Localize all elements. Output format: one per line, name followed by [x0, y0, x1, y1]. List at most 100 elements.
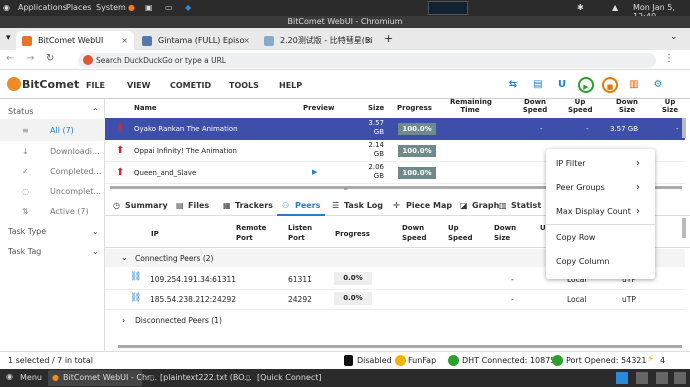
link-icon[interactable]: ⇆	[505, 77, 521, 93]
menu-file[interactable]: FILE	[86, 81, 105, 90]
menu-max-display-count[interactable]: Max Display Count	[556, 207, 631, 216]
menu-cometid[interactable]: COMETID	[170, 81, 211, 90]
tray-icon[interactable]	[636, 372, 648, 384]
col-down-size[interactable]: Down Size	[614, 98, 640, 114]
group-disconnected[interactable]: Disconnected Peers (1)	[135, 316, 222, 325]
tab-gintama[interactable]: Gintama (FULL) Episo ×	[136, 31, 256, 50]
reload-icon[interactable]: ↻	[46, 53, 54, 64]
firefox-icon[interactable]: ●	[128, 3, 135, 12]
col-preview[interactable]: Preview	[303, 104, 335, 112]
splitter-handle-icon[interactable]: ═	[344, 186, 348, 193]
files-icon[interactable]: ▭	[165, 3, 173, 12]
files-icon: ▤	[176, 201, 184, 210]
app-logo: BitComet	[22, 78, 80, 91]
warning-count[interactable]: 4	[660, 356, 665, 365]
chevron-right-icon[interactable]: ›	[122, 316, 125, 325]
sidebar-status-header[interactable]: Status	[8, 107, 34, 116]
url-input[interactable]: Search DuckDuckGo or type a URL	[78, 53, 656, 68]
peer-h-scrollbar[interactable]	[118, 345, 682, 348]
bluetooth-icon[interactable]: ✱	[577, 3, 584, 12]
chevron-down-icon[interactable]: ⌄	[121, 253, 128, 262]
tab-peers[interactable]: Peers	[295, 201, 320, 210]
col-up-size[interactable]: Up Size	[660, 98, 680, 114]
menu-peer-groups[interactable]: Peer Groups	[556, 183, 605, 192]
chevron-down-icon[interactable]: ⌄	[92, 247, 99, 256]
menu-copy-row[interactable]: Copy Row	[556, 233, 595, 242]
col-listen-port[interactable]: Listen Port	[288, 223, 318, 243]
applications-menu[interactable]: Applications	[18, 3, 67, 12]
tab-statistics[interactable]: Statist	[511, 201, 541, 210]
chevron-down-icon[interactable]: ⌄	[670, 32, 678, 42]
vscode-icon[interactable]: ◆	[185, 3, 191, 12]
stop-icon[interactable]: ■	[602, 77, 618, 93]
chevron-up-icon[interactable]: ⌃	[92, 107, 99, 116]
menu-copy-column[interactable]: Copy Column	[556, 257, 609, 266]
col-ip[interactable]: IP	[151, 229, 159, 239]
grid-scrollbar[interactable]	[682, 118, 686, 138]
sidebar-item-downloading[interactable]: Downloadi...	[50, 147, 100, 156]
gear-icon[interactable]: ⚙	[650, 77, 666, 93]
funfap-status[interactable]: FunFap	[408, 356, 436, 365]
tray-icon[interactable]	[616, 372, 628, 384]
tray-icon[interactable]	[656, 372, 668, 384]
start-menu[interactable]: Menu	[20, 373, 42, 382]
tab-menu-icon[interactable]: ▾	[6, 33, 11, 43]
close-icon[interactable]: ×	[121, 31, 128, 50]
add-file-icon[interactable]: ▤	[530, 77, 546, 93]
close-icon[interactable]: ×	[243, 31, 250, 50]
disabled-status[interactable]: Disabled	[357, 356, 392, 365]
kebab-menu-icon[interactable]: ⋮	[664, 53, 674, 64]
col-name[interactable]: Name	[134, 104, 157, 112]
dht-status[interactable]: DHT Connected: 10875	[462, 356, 555, 365]
peer-scrollbar[interactable]	[682, 218, 686, 238]
tab-bitcomet-beta[interactable]: 2.20测试版 - 比特彗星(Bi ×	[258, 31, 378, 50]
magnet-icon[interactable]: U	[554, 77, 570, 93]
tab-graph[interactable]: Graph	[472, 201, 499, 210]
delete-icon[interactable]: ▥	[626, 77, 642, 93]
col-down-speed[interactable]: Down Speed	[402, 223, 427, 243]
close-icon[interactable]: ×	[365, 31, 372, 50]
tab-summary[interactable]: Summary	[125, 201, 168, 210]
places-menu[interactable]: Places	[66, 3, 91, 12]
network-peer-icon: ⛓	[130, 293, 142, 303]
sidebar-item-active[interactable]: Active (7)	[50, 207, 89, 216]
forward-icon[interactable]: →	[26, 53, 34, 64]
col-progress[interactable]: Progress	[335, 229, 370, 239]
apps-icon[interactable]: ◉	[3, 3, 10, 12]
col-up-speed[interactable]: Up Speed	[448, 223, 473, 243]
system-menu[interactable]: System	[96, 3, 126, 12]
chevron-down-icon[interactable]: ⌄	[92, 227, 99, 236]
taskbar-item[interactable]: [plaintext222.txt (BO...	[160, 373, 252, 382]
sidebar-task-type[interactable]: Task Type	[8, 227, 46, 236]
terminal-icon[interactable]: ▣	[145, 3, 153, 12]
start-icon[interactable]: ▶	[578, 77, 594, 93]
play-preview-icon[interactable]: ▶	[312, 168, 317, 176]
port-status[interactable]: Port Opened: 54321	[566, 356, 646, 365]
col-progress[interactable]: Progress	[397, 104, 432, 112]
tab-task-log[interactable]: Task Log	[344, 201, 383, 210]
tab-bitcomet[interactable]: BitComet WebUI ×	[16, 31, 134, 50]
col-down-size[interactable]: Down Size	[494, 223, 516, 243]
menu-ip-filter[interactable]: IP Filter	[556, 159, 586, 168]
tab-trackers[interactable]: Trackers	[235, 201, 273, 210]
menu-view[interactable]: VIEW	[127, 81, 150, 90]
col-up-speed[interactable]: Up Speed	[568, 98, 593, 114]
taskbar-item[interactable]: [Quick Connect]	[257, 373, 321, 382]
sidebar-item-uncompleted[interactable]: Uncomplet...	[50, 187, 101, 196]
bitcomet-icon: ●	[52, 373, 59, 382]
col-down-speed[interactable]: Down Speed	[522, 98, 548, 114]
col-remote-port[interactable]: Remote Port	[236, 223, 266, 243]
tray-icon[interactable]	[674, 372, 686, 384]
menu-tools[interactable]: TOOLS	[229, 81, 259, 90]
tab-files[interactable]: Files	[188, 201, 209, 210]
sidebar-task-tag[interactable]: Task Tag	[8, 247, 41, 256]
col-remaining[interactable]: Remaining Time	[450, 98, 492, 114]
new-tab-icon[interactable]: +	[384, 32, 393, 45]
col-up[interactable]: U	[540, 223, 546, 233]
col-size[interactable]: Size	[368, 104, 384, 112]
back-icon[interactable]: ←	[6, 53, 14, 64]
network-icon[interactable]: ▲	[612, 3, 618, 12]
menu-help[interactable]: HELP	[279, 81, 302, 90]
tab-piece-map[interactable]: Piece Map	[406, 201, 452, 210]
sidebar-item-completed[interactable]: Completed...	[50, 167, 101, 176]
